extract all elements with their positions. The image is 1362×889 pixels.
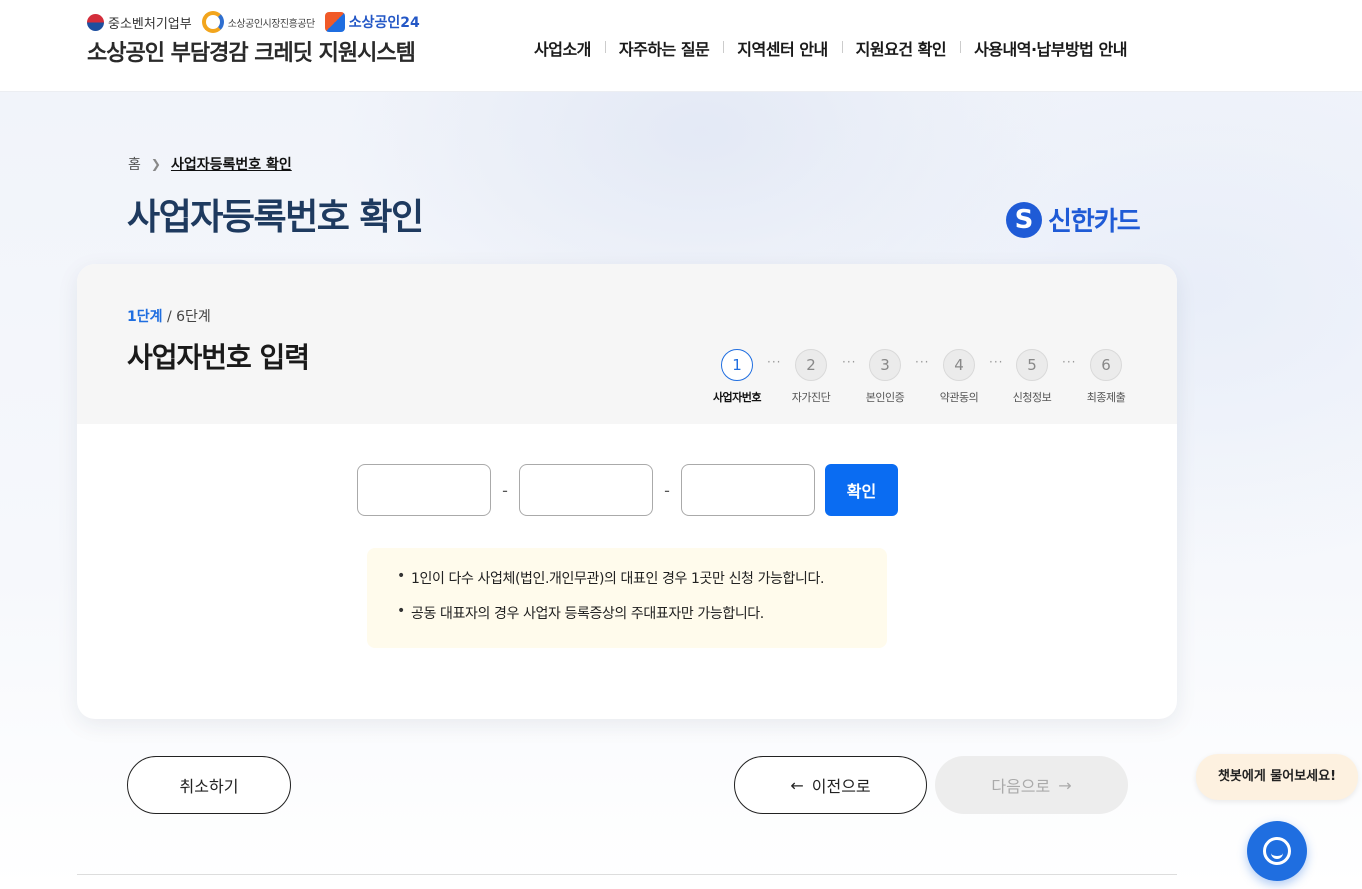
chat-smile-icon xyxy=(1263,837,1291,865)
step-6: 6 최종제출 xyxy=(1071,349,1141,405)
shinhan-card-logo: S 신한카드 xyxy=(1006,201,1141,238)
business-number-part3-input[interactable] xyxy=(681,464,815,516)
breadcrumb: 홈 ❯ 사업자등록번호 확인 xyxy=(128,154,292,174)
cancel-button-label: 취소하기 xyxy=(179,777,239,796)
sbiz24-logo[interactable]: 소상공인24 xyxy=(324,12,420,32)
footer-divider xyxy=(77,874,1177,875)
main-nav: 사업소개 자주하는 질문 지역센터 안내 지원요건 확인 사용내역·납부방법 안… xyxy=(520,36,1141,60)
step-1: 1 사업자번호 xyxy=(702,349,772,405)
semas-logo-text: 소상공인시장진흥공단 xyxy=(227,18,316,30)
step-label: 신청정보 xyxy=(1012,391,1052,404)
confirm-button[interactable]: 확인 xyxy=(825,464,898,516)
card-header: 1단계 / 6단계 사업자번호 입력 1 사업자번호 ··· 2 자가진단 ··… xyxy=(77,264,1177,424)
nav-item-eligibility[interactable]: 지원요건 확인 xyxy=(841,36,960,60)
semas-ring-icon xyxy=(201,11,224,33)
step-number: 6 xyxy=(1090,349,1122,381)
step-title: 사업자번호 입력 xyxy=(127,341,310,374)
step-4: 4 약관동의 xyxy=(924,349,994,405)
notice-box: 1인이 다수 사업체(법인.개인무관)의 대표인 경우 1곳만 신청 가능합니다… xyxy=(367,548,887,648)
step-current: 1단계 xyxy=(127,309,163,325)
step-label: 약관동의 xyxy=(939,391,979,404)
input-separator: - xyxy=(502,480,508,500)
step-label: 최종제출 xyxy=(1086,391,1126,404)
next-button-label: 다음으로 xyxy=(991,777,1051,796)
nav-item-faq[interactable]: 자주하는 질문 xyxy=(604,36,723,60)
breadcrumb-current[interactable]: 사업자등록번호 확인 xyxy=(171,154,292,174)
shinhan-mark-icon: S xyxy=(1006,201,1042,238)
mss-logo[interactable]: 중소벤처기업부 xyxy=(87,13,192,32)
application-card: 1단계 / 6단계 사업자번호 입력 1 사업자번호 ··· 2 자가진단 ··… xyxy=(77,264,1177,719)
step-label: 사업자번호 xyxy=(712,391,762,404)
step-label: 자가진단 xyxy=(791,391,831,404)
breadcrumb-home[interactable]: 홈 xyxy=(128,154,141,174)
step-2: 2 자가진단 xyxy=(776,349,846,405)
prev-button-label: 이전으로 xyxy=(811,777,871,796)
business-number-part1-input[interactable] xyxy=(357,464,491,516)
chatbot-button[interactable] xyxy=(1247,821,1307,881)
semas-logo[interactable]: 소상공인시장진흥공단 xyxy=(201,11,316,33)
sbiz24-logo-text: 소상공인24 xyxy=(348,15,420,31)
nav-item-usage-payment[interactable]: 사용내역·납부방법 안내 xyxy=(960,36,1141,60)
notice-item: 1인이 다수 사업체(법인.개인무관)의 대표인 경우 1곳만 신청 가능합니다… xyxy=(397,568,857,588)
business-number-part2-input[interactable] xyxy=(519,464,653,516)
step-label: 본인인증 xyxy=(865,391,905,404)
step-number: 3 xyxy=(869,349,901,381)
business-number-inputs: - - 확인 xyxy=(357,464,898,516)
notice-item: 공동 대표자의 경우 사업자 등록증상의 주대표자만 가능합니다. xyxy=(397,603,857,623)
step-3: 3 본인인증 xyxy=(850,349,920,405)
arrow-left-icon: ← xyxy=(790,775,804,795)
taegeuk-icon xyxy=(87,13,104,31)
step-number: 1 xyxy=(721,349,753,381)
next-button[interactable]: 다음으로 → xyxy=(935,756,1128,814)
page-title: 사업자등록번호 확인 xyxy=(127,197,424,238)
site-header: 중소벤처기업부 소상공인시장진흥공단 소상공인24 소상공인 부담경감 크레딧 … xyxy=(0,0,1362,92)
shinhan-logo-text: 신한카드 xyxy=(1048,207,1141,237)
cancel-button[interactable]: 취소하기 xyxy=(127,756,291,814)
agency-logos: 중소벤처기업부 소상공인시장진흥공단 소상공인24 xyxy=(87,11,420,33)
sbiz24-mark-icon xyxy=(324,12,345,32)
step-number: 5 xyxy=(1016,349,1048,381)
step-number: 4 xyxy=(943,349,975,381)
chatbot-tooltip[interactable]: 챗봇에게 물어보세요! xyxy=(1196,754,1358,800)
step-5: 5 신청정보 xyxy=(997,349,1067,405)
site-title[interactable]: 소상공인 부담경감 크레딧 지원시스템 xyxy=(87,35,416,67)
chevron-right-icon: ❯ xyxy=(150,157,161,171)
prev-button[interactable]: ← 이전으로 xyxy=(734,756,927,814)
arrow-right-icon: → xyxy=(1058,775,1072,795)
step-number: 2 xyxy=(795,349,827,381)
step-progress: 1 사업자번호 ··· 2 자가진단 ··· 3 본인인증 ··· 4 약관동의… xyxy=(702,349,1142,409)
step-total: / 6단계 xyxy=(162,309,211,325)
nav-item-about[interactable]: 사업소개 xyxy=(520,36,605,60)
step-indicator: 1단계 / 6단계 xyxy=(127,306,211,326)
input-separator: - xyxy=(664,480,670,500)
nav-item-centers[interactable]: 지역센터 안내 xyxy=(723,36,841,60)
mss-logo-text: 중소벤처기업부 xyxy=(108,16,192,32)
